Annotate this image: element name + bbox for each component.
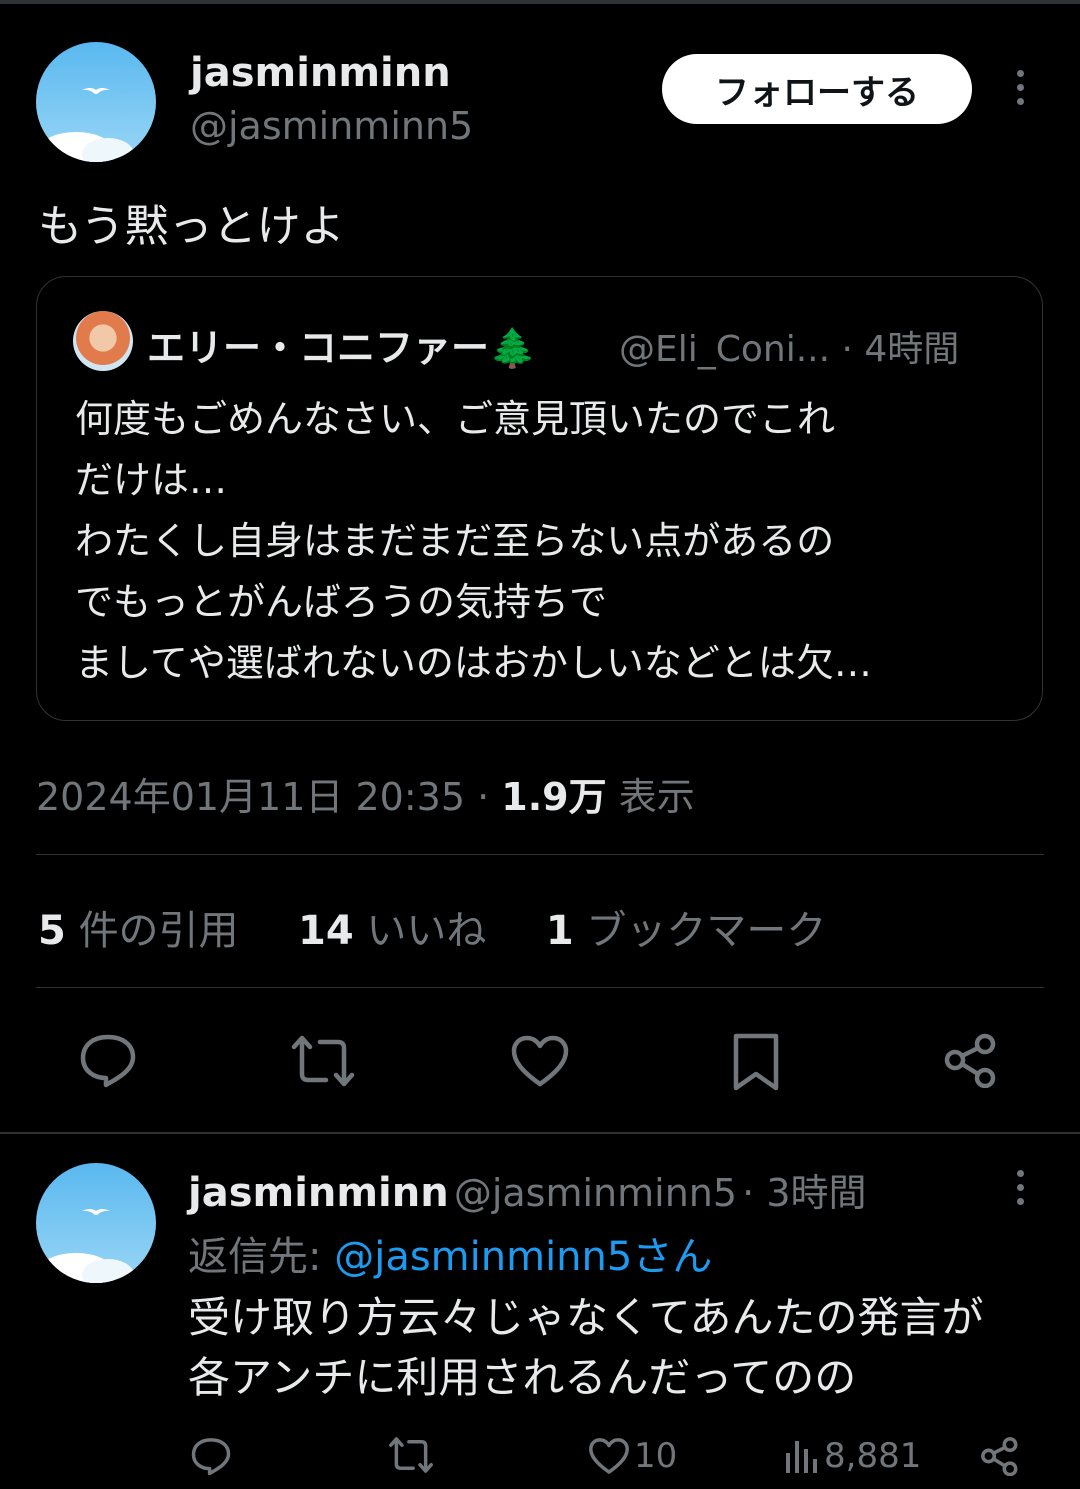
share-icon	[981, 1437, 1018, 1476]
quoted-author-handle: @Eli_Coni...	[619, 329, 831, 370]
retweet-icon	[389, 1437, 433, 1473]
divider	[36, 854, 1044, 855]
author-avatar[interactable]	[36, 42, 156, 162]
author-name[interactable]: jasminminn	[190, 50, 451, 96]
reply-icon	[191, 1438, 231, 1476]
reply-to-line: 返信先: @jasminminn5さん	[188, 1224, 712, 1282]
reply-views-button[interactable]: 8,881	[784, 1436, 921, 1476]
divider	[36, 987, 1044, 988]
quoted-text-line: だけは…	[75, 458, 228, 502]
views-count: 1.9万	[501, 775, 607, 819]
reply-more-icon[interactable]	[1014, 1170, 1026, 1205]
reply-share-button[interactable]	[980, 1436, 1020, 1476]
more-icon[interactable]	[1014, 70, 1026, 105]
views-label: 表示	[618, 775, 695, 819]
likes-count: 14	[298, 908, 354, 954]
retweet-icon[interactable]	[290, 1034, 356, 1088]
reply-views-count: 8,881	[824, 1436, 922, 1476]
reply-author-handle[interactable]: @jasminminn5	[454, 1171, 737, 1215]
likes-label: いいね	[366, 908, 487, 954]
reply-retweet-button[interactable]	[388, 1436, 434, 1474]
quoted-author-meta: @Eli_Coni... · 4時間	[619, 320, 959, 372]
reply-like-button[interactable]: 10	[588, 1436, 677, 1476]
follow-button[interactable]: フォローする	[662, 54, 972, 124]
reply-icon[interactable]	[78, 1032, 138, 1088]
bookmarks-count: 1	[545, 908, 574, 954]
quoted-text-line: わたくし自身はまだまだ至らない点があるの	[75, 519, 835, 563]
tweet-timestamp-row: 2024年01月11日 20:35 · 1.9万 表示	[36, 766, 695, 821]
reply-author-avatar[interactable]	[36, 1163, 156, 1283]
tweet-timestamp[interactable]: 2024年01月11日 20:35	[36, 775, 465, 819]
share-icon[interactable]	[943, 1032, 999, 1088]
reply-text-line: 各アンチに利用されるんだってのの	[188, 1353, 857, 1402]
bookmarks-stat[interactable]: 1 ブックマーク	[546, 908, 827, 954]
quoted-text-line: でもっとがんばろうの気持ちで	[75, 580, 608, 624]
views-icon	[786, 1441, 817, 1473]
meta-separator: ·	[477, 775, 502, 819]
quoted-author-name: エリー・コニファー🌲	[147, 326, 537, 370]
section-divider	[0, 1132, 1080, 1134]
tweet-text: もう黙っとけよ	[38, 201, 345, 252]
reply-reply-button[interactable]	[190, 1436, 232, 1476]
reply-to-label: 返信先:	[188, 1234, 322, 1280]
likes-stat[interactable]: 14 いいね	[298, 908, 486, 954]
quotes-count: 5	[38, 908, 66, 954]
meta-separator: ·	[742, 1171, 767, 1215]
like-icon	[589, 1438, 629, 1474]
quoted-text-line: ましてや選ばれないのはおかしいなどとは欠…	[75, 641, 872, 685]
like-icon[interactable]	[510, 1034, 570, 1088]
quoted-tweet-card[interactable]: エリー・コニファー🌲 @Eli_Coni... · 4時間 何度もごめんなさい、…	[36, 276, 1043, 721]
quotes-stat[interactable]: 5 件の引用	[38, 908, 239, 954]
bookmarks-label: ブックマーク	[586, 908, 827, 954]
quoted-tweet-time: 4時間	[864, 329, 960, 370]
reply-to-link[interactable]: @jasminminn5さん	[334, 1234, 712, 1280]
author-handle[interactable]: @jasminminn5	[190, 104, 473, 148]
engagement-stats: 5 件の引用 14 いいね 1 ブックマーク	[38, 898, 826, 956]
reply-text: 受け取り方云々じゃなくてあんたの発言が 各アンチに利用されるんだってのの	[188, 1288, 983, 1408]
reply-header: jasminminn @jasminminn5 · 3時間	[188, 1162, 867, 1217]
reply-author-name[interactable]: jasminminn	[188, 1170, 449, 1216]
bookmark-icon[interactable]	[732, 1032, 780, 1092]
meta-separator: ·	[841, 329, 865, 370]
quoted-text-line: 何度もごめんなさい、ご意見頂いたのでこれ	[75, 397, 836, 441]
reply-text-line: 受け取り方云々じゃなくてあんたの発言が	[188, 1293, 984, 1342]
quoted-author-avatar	[73, 311, 133, 371]
quotes-label: 件の引用	[78, 908, 239, 954]
quoted-tweet-text: 何度もごめんなさい、ご意見頂いたのでこれ だけは… わたくし自身はまだまだ至らな…	[75, 389, 1015, 694]
top-border	[0, 0, 1080, 4]
reply-time[interactable]: 3時間	[766, 1171, 866, 1215]
reply-likes-count: 10	[634, 1436, 678, 1476]
